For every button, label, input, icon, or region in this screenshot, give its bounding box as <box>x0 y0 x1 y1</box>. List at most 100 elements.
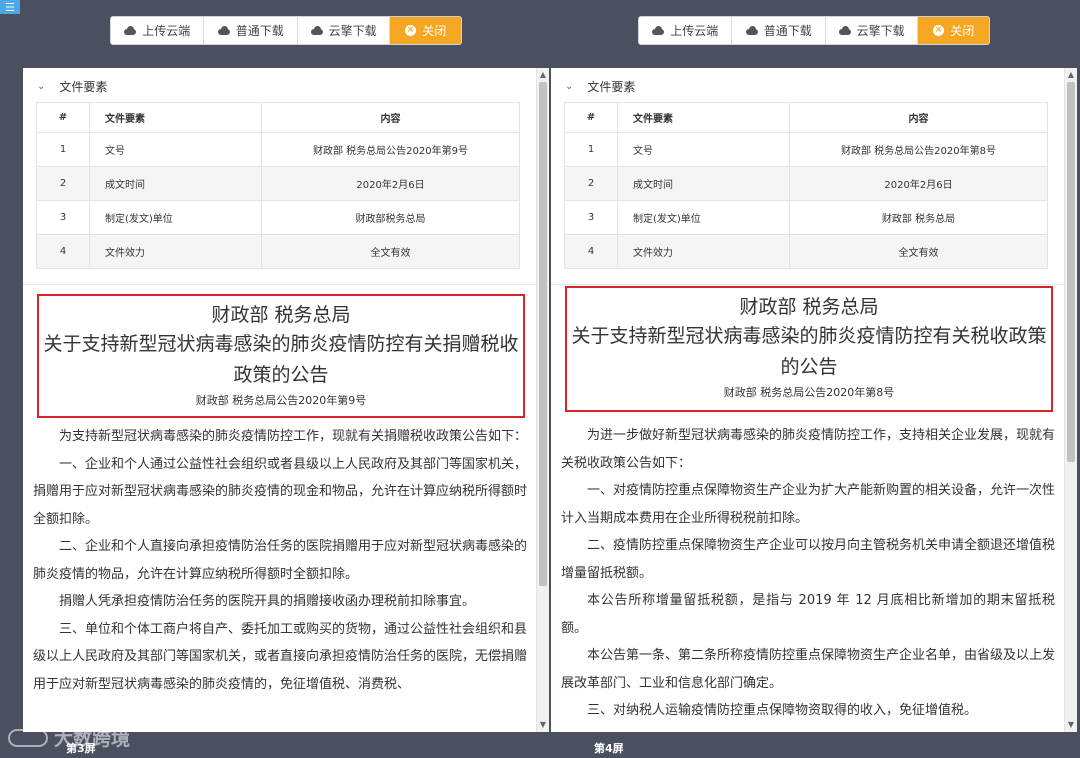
cell-num: 3 <box>36 200 90 235</box>
scrollbar-thumb[interactable] <box>1067 82 1075 462</box>
header-element: 文件要素 <box>89 102 262 133</box>
table-row: 2 成文时间 2020年2月6日 <box>36 166 520 201</box>
normal-download-label: 普通下载 <box>763 24 812 38</box>
document-panel-right: ⌄ 文件要素 # 文件要素 内容 1 文号 财政部 税务总局公告2020年第8号… <box>551 68 1077 732</box>
scroll-up-icon[interactable]: ▲ <box>1065 68 1077 82</box>
document-body: 为支持新型冠状病毒感染的肺炎疫情防控工作，现就有关捐赠税收政策公告如下： 一、企… <box>33 423 527 698</box>
cell-element: 制定(发文)单位 <box>617 200 790 235</box>
section-title: 文件要素 <box>587 80 636 94</box>
cell-element: 文件效力 <box>617 234 790 269</box>
section-title: 文件要素 <box>59 80 108 94</box>
cell-element: 文件效力 <box>89 234 262 269</box>
cloud-download-icon <box>310 26 323 35</box>
normal-download-label: 普通下载 <box>235 24 284 38</box>
document-number: 财政部 税务总局公告2020年第9号 <box>195 394 367 407</box>
table-row: 3 制定(发文)单位 财政部税务总局 <box>36 200 520 235</box>
scrollbar[interactable]: ▲ ▼ <box>1064 68 1077 732</box>
table-row: 1 文号 财政部 税务总局公告2020年第9号 <box>36 132 520 167</box>
scroll-down-icon[interactable]: ▼ <box>537 718 549 732</box>
issuer-title: 财政部 税务总局 <box>211 304 351 326</box>
normal-download-button[interactable]: 普通下载 <box>732 17 826 44</box>
normal-download-button[interactable]: 普通下载 <box>204 17 298 44</box>
table-row: 1 文号 财政部 税务总局公告2020年第8号 <box>564 132 1048 167</box>
document-panel-left: ⌄ 文件要素 # 文件要素 内容 1 文号 财政部 税务总局公告2020年第9号… <box>23 68 549 732</box>
cell-content: 财政部 税务总局公告2020年第9号 <box>261 132 520 167</box>
cloud-upload-icon <box>652 26 665 35</box>
upload-cloud-button[interactable]: 上传云端 <box>111 17 205 44</box>
cell-content: 财政部 税务总局公告2020年第8号 <box>789 132 1048 167</box>
cell-num: 1 <box>564 132 618 167</box>
close-icon: × <box>933 25 945 36</box>
close-button[interactable]: × 关闭 <box>390 17 461 44</box>
paragraph: 三、对纳税人运输疫情防控重点保障物资取得的收入，免征增值税。 <box>587 703 978 718</box>
screen-label-right: 第4屏 <box>594 742 624 755</box>
section-header[interactable]: ⌄ 文件要素 <box>37 78 107 95</box>
upload-cloud-label: 上传云端 <box>670 24 719 38</box>
paragraph: 一、对疫情防控重点保障物资生产企业为扩大产能新购置的相关设备，允许一次性计入当期… <box>561 483 1056 526</box>
document-title: 关于支持新型冠状病毒感染的肺炎疫情防控有关税收政策的公告 <box>571 325 1047 378</box>
scroll-down-icon[interactable]: ▼ <box>1065 718 1077 732</box>
document-body: 为进一步做好新型冠状病毒感染的肺炎疫情防控工作，支持相关企业发展，现就有关税收政… <box>561 422 1055 725</box>
watermark-logo-icon <box>8 728 48 747</box>
divider <box>23 284 536 285</box>
cell-num: 2 <box>564 166 618 201</box>
table-row: 4 文件效力 全文有效 <box>564 234 1048 269</box>
table-row: 2 成文时间 2020年2月6日 <box>564 166 1048 201</box>
cell-content: 2020年2月6日 <box>789 166 1048 201</box>
cell-num: 4 <box>564 234 618 269</box>
cell-num: 3 <box>564 200 618 235</box>
document-number: 财政部 税务总局公告2020年第8号 <box>723 386 895 399</box>
cloud-download-button[interactable]: 云擎下载 <box>826 17 919 44</box>
header-content: 内容 <box>261 102 520 133</box>
close-label: 关闭 <box>950 24 975 38</box>
table-header-row: # 文件要素 内容 <box>564 102 1048 133</box>
section-header[interactable]: ⌄ 文件要素 <box>565 78 635 95</box>
cell-element: 成文时间 <box>89 166 262 201</box>
cloud-upload-icon <box>124 26 137 35</box>
cloud-download-label: 云擎下载 <box>328 24 377 38</box>
scrollbar[interactable]: ▲ ▼ <box>536 68 549 732</box>
divider <box>551 284 1064 285</box>
chevron-down-icon[interactable]: ⌄ <box>565 81 573 92</box>
cell-num: 2 <box>36 166 90 201</box>
toolbar-left: 上传云端 普通下载 云擎下载 × 关闭 <box>110 16 462 45</box>
paragraph: 二、疫情防控重点保障物资生产企业可以按月向主管税务机关申请全额退还增值税增量留抵… <box>561 538 1056 581</box>
paragraph: 为进一步做好新型冠状病毒感染的肺炎疫情防控工作，支持相关企业发展，现就有关税收政… <box>561 428 1056 471</box>
cell-content: 财政部 税务总局 <box>789 200 1048 235</box>
upload-cloud-button[interactable]: 上传云端 <box>639 17 733 44</box>
header-num: # <box>36 102 90 133</box>
scrollbar-thumb[interactable] <box>539 82 547 586</box>
cell-content: 全文有效 <box>261 234 520 269</box>
scroll-up-icon[interactable]: ▲ <box>537 68 549 82</box>
table-row: 3 制定(发文)单位 财政部 税务总局 <box>564 200 1048 235</box>
cell-num: 1 <box>36 132 90 167</box>
cloud-download-icon <box>217 26 230 35</box>
table-row: 4 文件效力 全文有效 <box>36 234 520 269</box>
watermark: 大数跨境 <box>8 724 130 751</box>
close-button[interactable]: × 关闭 <box>918 17 989 44</box>
menu-icon[interactable]: ☰ <box>0 0 20 14</box>
paragraph: 一、企业和个人通过公益性社会组织或者县级以上人民政府及其部门等国家机关，捐赠用于… <box>33 456 528 527</box>
close-icon: × <box>405 25 417 36</box>
cell-element: 文号 <box>89 132 262 167</box>
cloud-download-button[interactable]: 云擎下载 <box>298 17 391 44</box>
cell-content: 财政部税务总局 <box>261 200 520 235</box>
issuer-title: 财政部 税务总局 <box>739 296 879 318</box>
header-num: # <box>564 102 618 133</box>
cell-element: 成文时间 <box>617 166 790 201</box>
cloud-download-icon <box>838 26 851 35</box>
document-title-box: 财政部 税务总局 关于支持新型冠状病毒感染的肺炎疫情防控有关税收政策的公告 财政… <box>565 286 1053 412</box>
cloud-download-icon <box>745 26 758 35</box>
upload-cloud-label: 上传云端 <box>142 24 191 38</box>
chevron-down-icon[interactable]: ⌄ <box>37 81 45 92</box>
cell-element: 文号 <box>617 132 790 167</box>
watermark-text: 大数跨境 <box>54 728 131 750</box>
toolbar-right: 上传云端 普通下载 云擎下载 × 关闭 <box>638 16 990 45</box>
cell-element: 制定(发文)单位 <box>89 200 262 235</box>
close-label: 关闭 <box>422 24 447 38</box>
metadata-table: # 文件要素 内容 1 文号 财政部 税务总局公告2020年第8号 2 成文时间… <box>564 102 1048 269</box>
cell-content: 全文有效 <box>789 234 1048 269</box>
paragraph: 本公告第一条、第二条所称疫情防控重点保障物资生产企业名单，由省级及以上发展改革部… <box>561 648 1056 691</box>
paragraph: 二、企业和个人直接向承担疫情防治任务的医院捐赠用于应对新型冠状病毒感染的肺炎疫情… <box>33 539 528 582</box>
paragraph: 本公告所称增量留抵税额，是指与 2019 年 12 月底相比新增加的期末留抵税额… <box>561 593 1055 636</box>
